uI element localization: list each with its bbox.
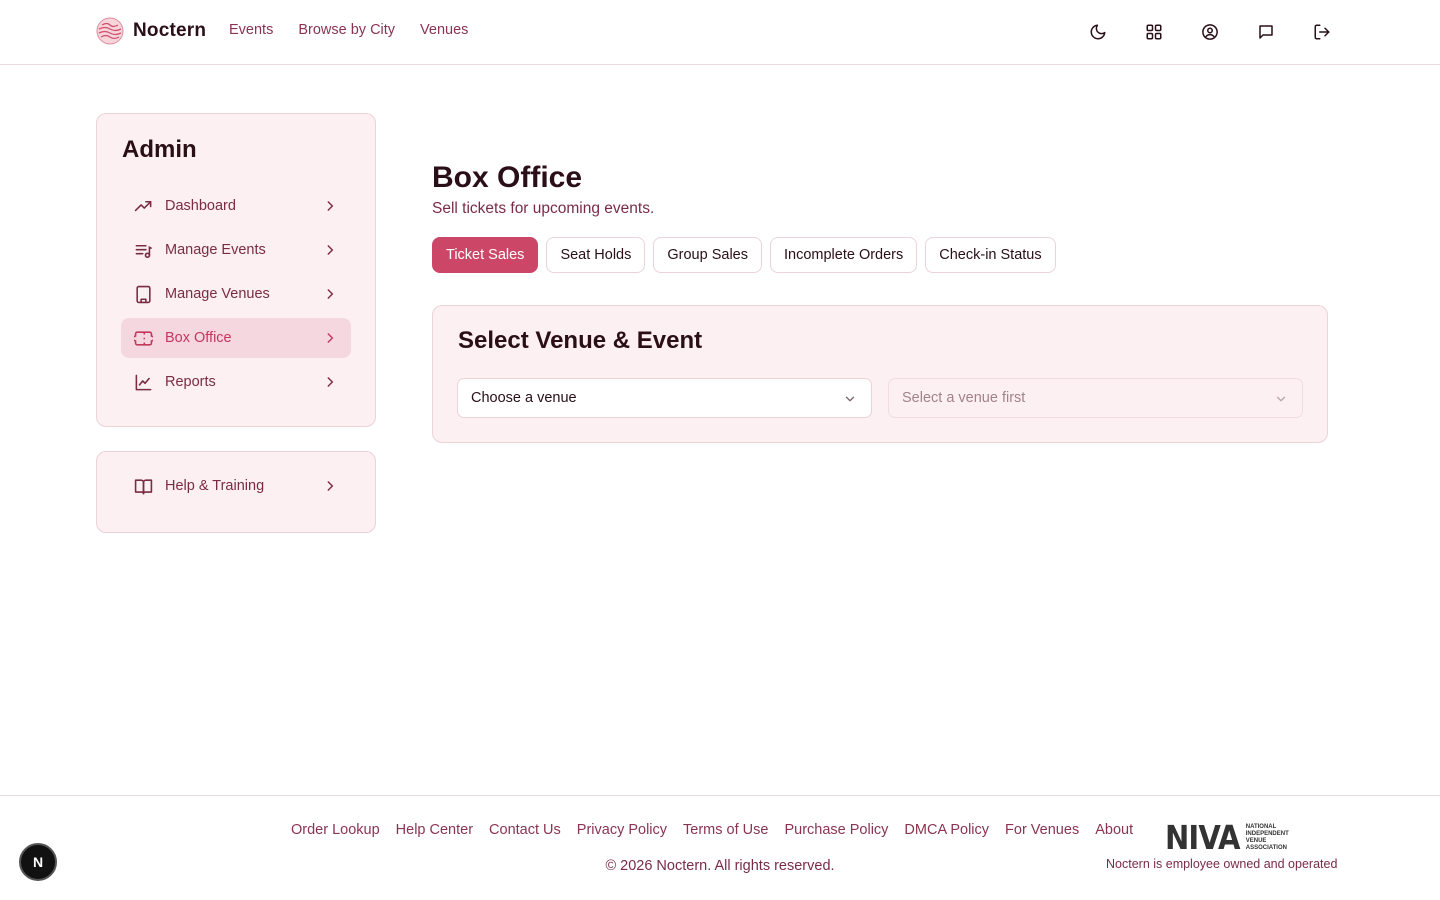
sidebar-item-manage-events[interactable]: Manage Events [121,230,351,270]
nav-browse-by-city[interactable]: Browse by City [298,22,395,38]
chevron-right-icon [327,245,334,255]
footer-link-privacy-policy[interactable]: Privacy Policy [577,822,667,838]
footer-link-order-lookup[interactable]: Order Lookup [291,822,380,838]
footer-link-terms-of-use[interactable]: Terms of Use [683,822,768,838]
building-icon [133,284,153,304]
niva-logo[interactable]: NIVA NATIONAL INDEPENDENT VENUE ASSOCIAT… [1165,818,1289,857]
sidebar-item-dashboard[interactable]: Dashboard [121,186,351,226]
chart-line-icon [133,372,153,392]
sidebar-item-label: Help & Training [165,478,265,494]
chevron-down-icon [845,396,855,402]
brand-name: Noctern [133,20,207,41]
book-icon [133,476,153,496]
user-circle-icon[interactable] [1198,20,1222,44]
moon-icon[interactable] [1086,20,1110,44]
footer-link-about[interactable]: About [1095,822,1133,838]
page-subtitle: Sell tickets for upcoming events. [432,200,655,217]
venue-select[interactable]: Choose a venue [457,378,872,418]
footer-link-dmca-policy[interactable]: DMCA Policy [904,822,989,838]
box-office-tabs: Ticket Sales Seat Holds Group Sales Inco… [432,237,1056,273]
tab-ticket-sales[interactable]: Ticket Sales [432,237,539,273]
sidebar-item-manage-venues[interactable]: Manage Venues [121,274,351,314]
tab-check-in-status[interactable]: Check-in Status [925,237,1056,273]
event-select-placeholder: Select a venue first [902,390,1026,406]
tab-group-sales[interactable]: Group Sales [653,237,762,273]
footer-link-for-venues[interactable]: For Venues [1005,822,1079,838]
message-icon[interactable] [1254,20,1278,44]
trending-icon [133,196,153,216]
chevron-right-icon [327,377,334,387]
footer-link-help-center[interactable]: Help Center [396,822,473,838]
tab-seat-holds[interactable]: Seat Holds [546,237,646,273]
main-nav: Events Browse by City Venues [229,22,468,38]
niva-wordmark: NIVA [1165,818,1240,857]
header-actions [1086,20,1334,44]
chevron-right-icon [327,481,334,491]
tab-incomplete-orders[interactable]: Incomplete Orders [769,237,918,273]
top-header: Noctern Events Browse by City Venues [0,0,1440,65]
chevron-right-icon [327,289,334,299]
select-venue-event-card: Select Venue & Event Choose a venue Sele… [432,305,1328,443]
chevron-down-icon [1276,396,1286,402]
footer-link-contact-us[interactable]: Contact Us [489,822,561,838]
footer-links: Order Lookup Help Center Contact Us Priv… [291,822,1133,838]
copyright: © 2026 Noctern. All rights reserved. [605,858,835,874]
brand-logo-icon [96,17,124,45]
sidebar-item-label: Manage Events [165,242,266,258]
list-music-icon [133,240,153,260]
help-menu: Help & Training [121,466,351,510]
footer: Order Lookup Help Center Contact Us Priv… [0,795,1440,900]
chevron-right-icon [327,201,334,211]
nav-venues[interactable]: Venues [420,22,468,38]
sidebar-item-reports[interactable]: Reports [121,362,351,402]
grid-icon[interactable] [1142,20,1166,44]
logout-icon[interactable] [1310,20,1334,44]
select-card-title: Select Venue & Event [458,327,703,354]
chevron-right-icon [327,333,334,343]
dev-badge[interactable]: N [19,843,57,881]
admin-menu: Dashboard Manage Events Manage Venues Bo… [121,186,351,406]
brand[interactable]: Noctern [96,17,206,45]
event-select[interactable]: Select a venue first [888,378,1303,418]
sidebar-item-label: Box Office [165,330,232,346]
page-title: Box Office [432,161,583,194]
admin-sidebar: Admin Dashboard Manage Events Manage Ven… [96,113,376,427]
sidebar-item-label: Reports [165,374,216,390]
venue-select-value: Choose a venue [471,390,577,406]
ticket-icon [133,328,153,348]
sidebar-item-help-training[interactable]: Help & Training [121,466,351,506]
admin-title: Admin [122,136,197,163]
footer-link-purchase-policy[interactable]: Purchase Policy [784,822,888,838]
sidebar-item-box-office[interactable]: Box Office [121,318,351,358]
help-sidebar: Help & Training [96,451,376,533]
sidebar-item-label: Dashboard [165,198,236,214]
niva-subtext: NATIONAL INDEPENDENT VENUE ASSOCIATION [1245,824,1289,851]
sidebar-item-label: Manage Venues [165,286,270,302]
nav-events[interactable]: Events [229,22,273,38]
